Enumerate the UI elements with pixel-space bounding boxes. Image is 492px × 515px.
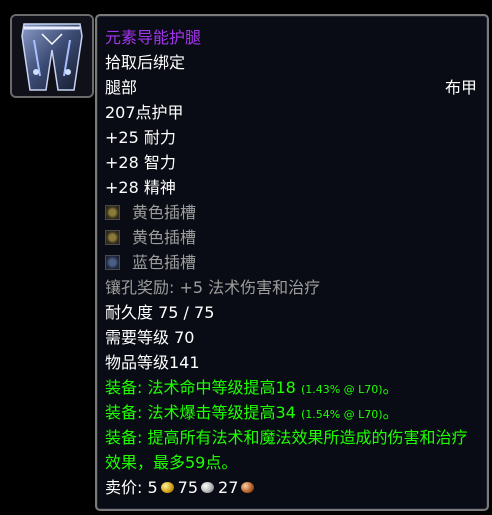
required-level: 需要等级 70 xyxy=(105,328,195,347)
blue-socket-icon xyxy=(105,255,120,270)
leggings-icon xyxy=(12,16,92,96)
sell-price-label: 卖价: xyxy=(105,478,148,497)
item-armor: 207点护甲 xyxy=(105,103,184,122)
equip-suffix: 。 xyxy=(382,403,399,422)
yellow-socket-icon xyxy=(105,230,120,245)
item-armor-type: 布甲 xyxy=(444,78,477,97)
stat-intellect: +28 智力 xyxy=(105,153,176,172)
stat-spirit: +28 精神 xyxy=(105,178,176,197)
equip-note: (1.43% @ L70) xyxy=(300,383,383,396)
equip-prefix: 装备: xyxy=(105,428,148,447)
socket-bonus: 镶孔奖励: +5 法术伤害和治疗 xyxy=(105,278,321,297)
item-name[interactable]: 元素导能护腿 xyxy=(105,25,477,50)
item-binding: 拾取后绑定 xyxy=(105,53,186,72)
stat-stamina: +25 耐力 xyxy=(105,128,176,147)
socket-row[interactable]: 黄色插槽 xyxy=(105,225,477,250)
socket-label: 黄色插槽 xyxy=(132,203,197,222)
yellow-socket-icon xyxy=(105,205,120,220)
slot-row: 腿部 布甲 xyxy=(105,75,477,100)
copper-amount: 27 xyxy=(218,478,239,497)
socket-label: 蓝色插槽 xyxy=(132,253,197,272)
socket-row[interactable]: 蓝色插槽 xyxy=(105,250,477,275)
equip-effect-crit: 装备: 法术爆击等级提高34 (1.54% @ L70)。 xyxy=(105,400,477,425)
equip-prefix: 装备: xyxy=(105,378,148,397)
socket-label: 黄色插槽 xyxy=(132,228,197,247)
silver-amount: 75 xyxy=(177,478,199,497)
item-icon-frame[interactable] xyxy=(10,14,94,98)
sell-price: 卖价: 5 75 27 xyxy=(105,475,477,500)
equip-effect-spellpower: 装备: 提高所有法术和魔法效果所造成的伤害和治疗效果，最多59点。 xyxy=(105,425,477,475)
item-level: 物品等级141 xyxy=(105,353,200,372)
silver-coin-icon xyxy=(201,482,215,493)
item-slot: 腿部 xyxy=(105,78,138,97)
equip-text: 提高所有法术和魔法效果所造成的伤害和治疗效果，最多59点。 xyxy=(105,428,468,472)
equip-text: 法术爆击等级提高34 xyxy=(147,403,296,422)
gold-amount: 5 xyxy=(147,478,158,497)
equip-note: (1.54% @ L70) xyxy=(300,408,383,421)
equip-text: 法术命中等级提高18 xyxy=(147,378,296,397)
equip-suffix: 。 xyxy=(382,378,399,397)
copper-coin-icon xyxy=(241,482,255,493)
item-tooltip: 元素导能护腿 拾取后绑定 腿部 布甲 207点护甲 +25 耐力 +28 智力 … xyxy=(95,14,489,511)
socket-row[interactable]: 黄色插槽 xyxy=(105,200,477,225)
durability: 耐久度 75 / 75 xyxy=(105,303,215,322)
gold-coin-icon xyxy=(160,482,174,493)
equip-effect-hit: 装备: 法术命中等级提高18 (1.43% @ L70)。 xyxy=(105,375,477,400)
equip-prefix: 装备: xyxy=(105,403,148,422)
